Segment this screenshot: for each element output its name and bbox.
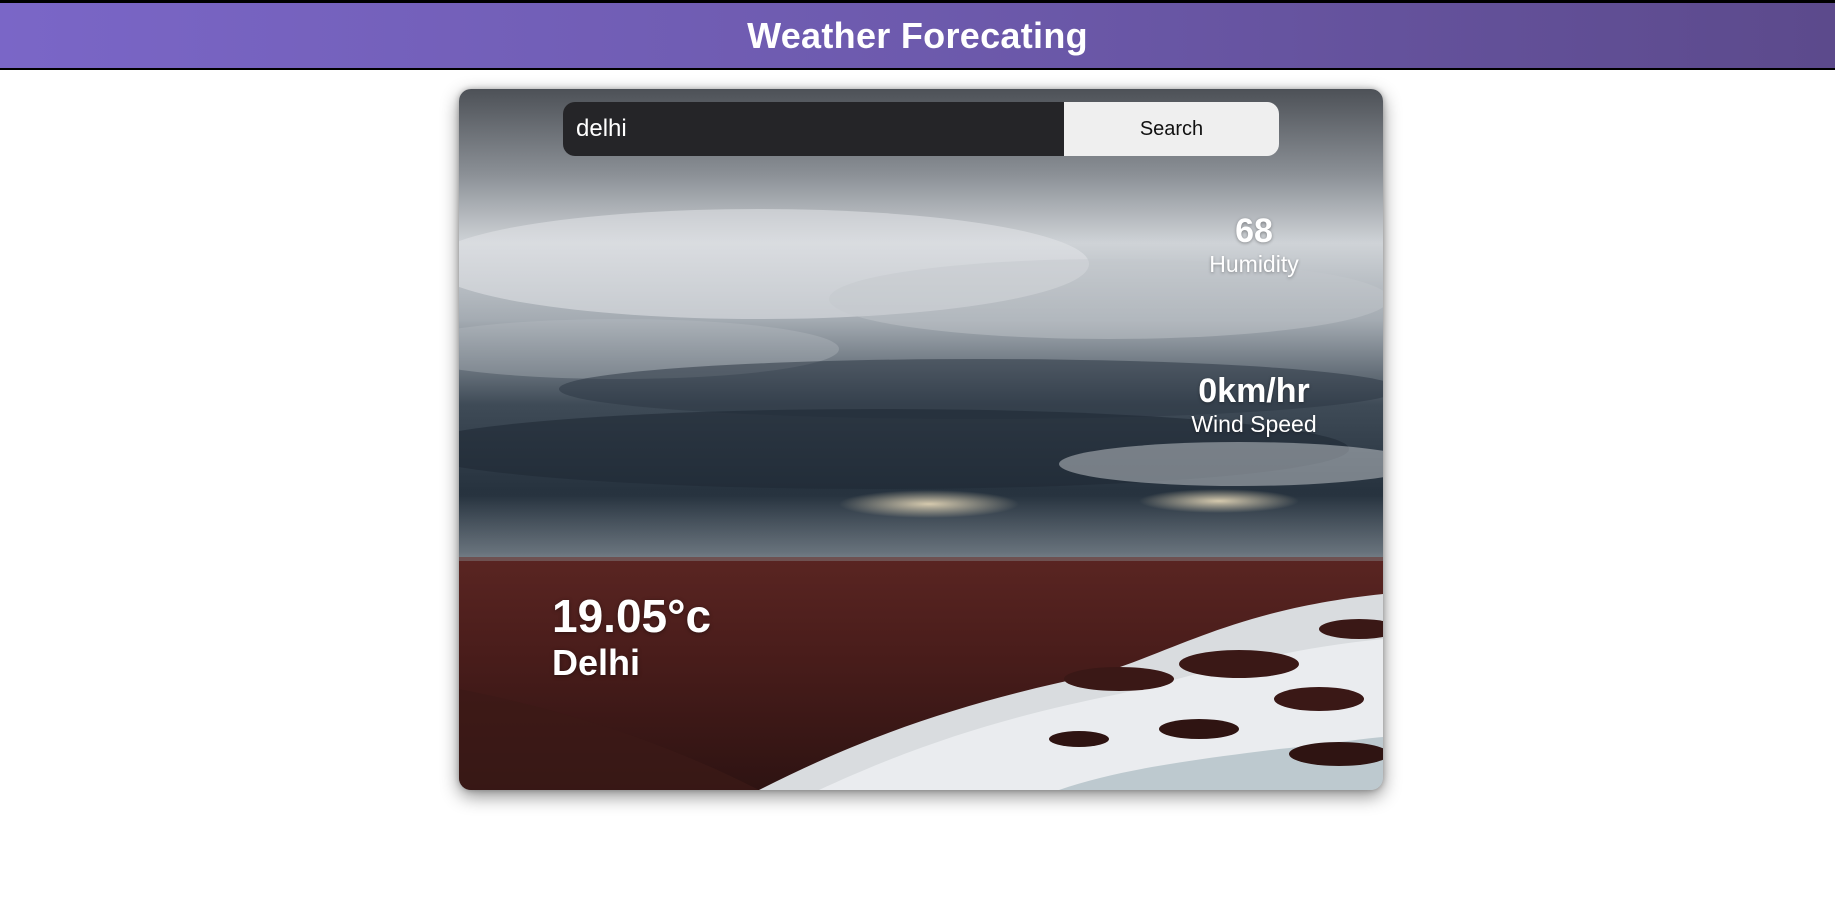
humidity-value: 68 <box>1235 212 1273 250</box>
humidity-stat: 68 Humidity <box>1179 212 1329 278</box>
search-input[interactable] <box>563 102 1064 156</box>
wind-speed-value: 0km/hr <box>1198 372 1310 410</box>
city-name: Delhi <box>552 642 641 683</box>
wind-speed-stat: 0km/hr Wind Speed <box>1159 372 1349 438</box>
search-bar: Search <box>563 102 1279 156</box>
stormy-landscape-background-image <box>459 89 1383 790</box>
wind-speed-label: Wind Speed <box>1191 411 1317 437</box>
current-weather: 19.05°c Delhi <box>552 589 711 683</box>
weather-card: Search 68 Humidity 0km/hr Wind Speed 19.… <box>459 89 1383 790</box>
app-header: Weather Forecating <box>0 0 1835 70</box>
page-title: Weather Forecating <box>747 14 1088 56</box>
search-button[interactable]: Search <box>1064 102 1279 156</box>
temperature-value: 19.05°c <box>552 590 712 642</box>
humidity-label: Humidity <box>1209 251 1299 277</box>
